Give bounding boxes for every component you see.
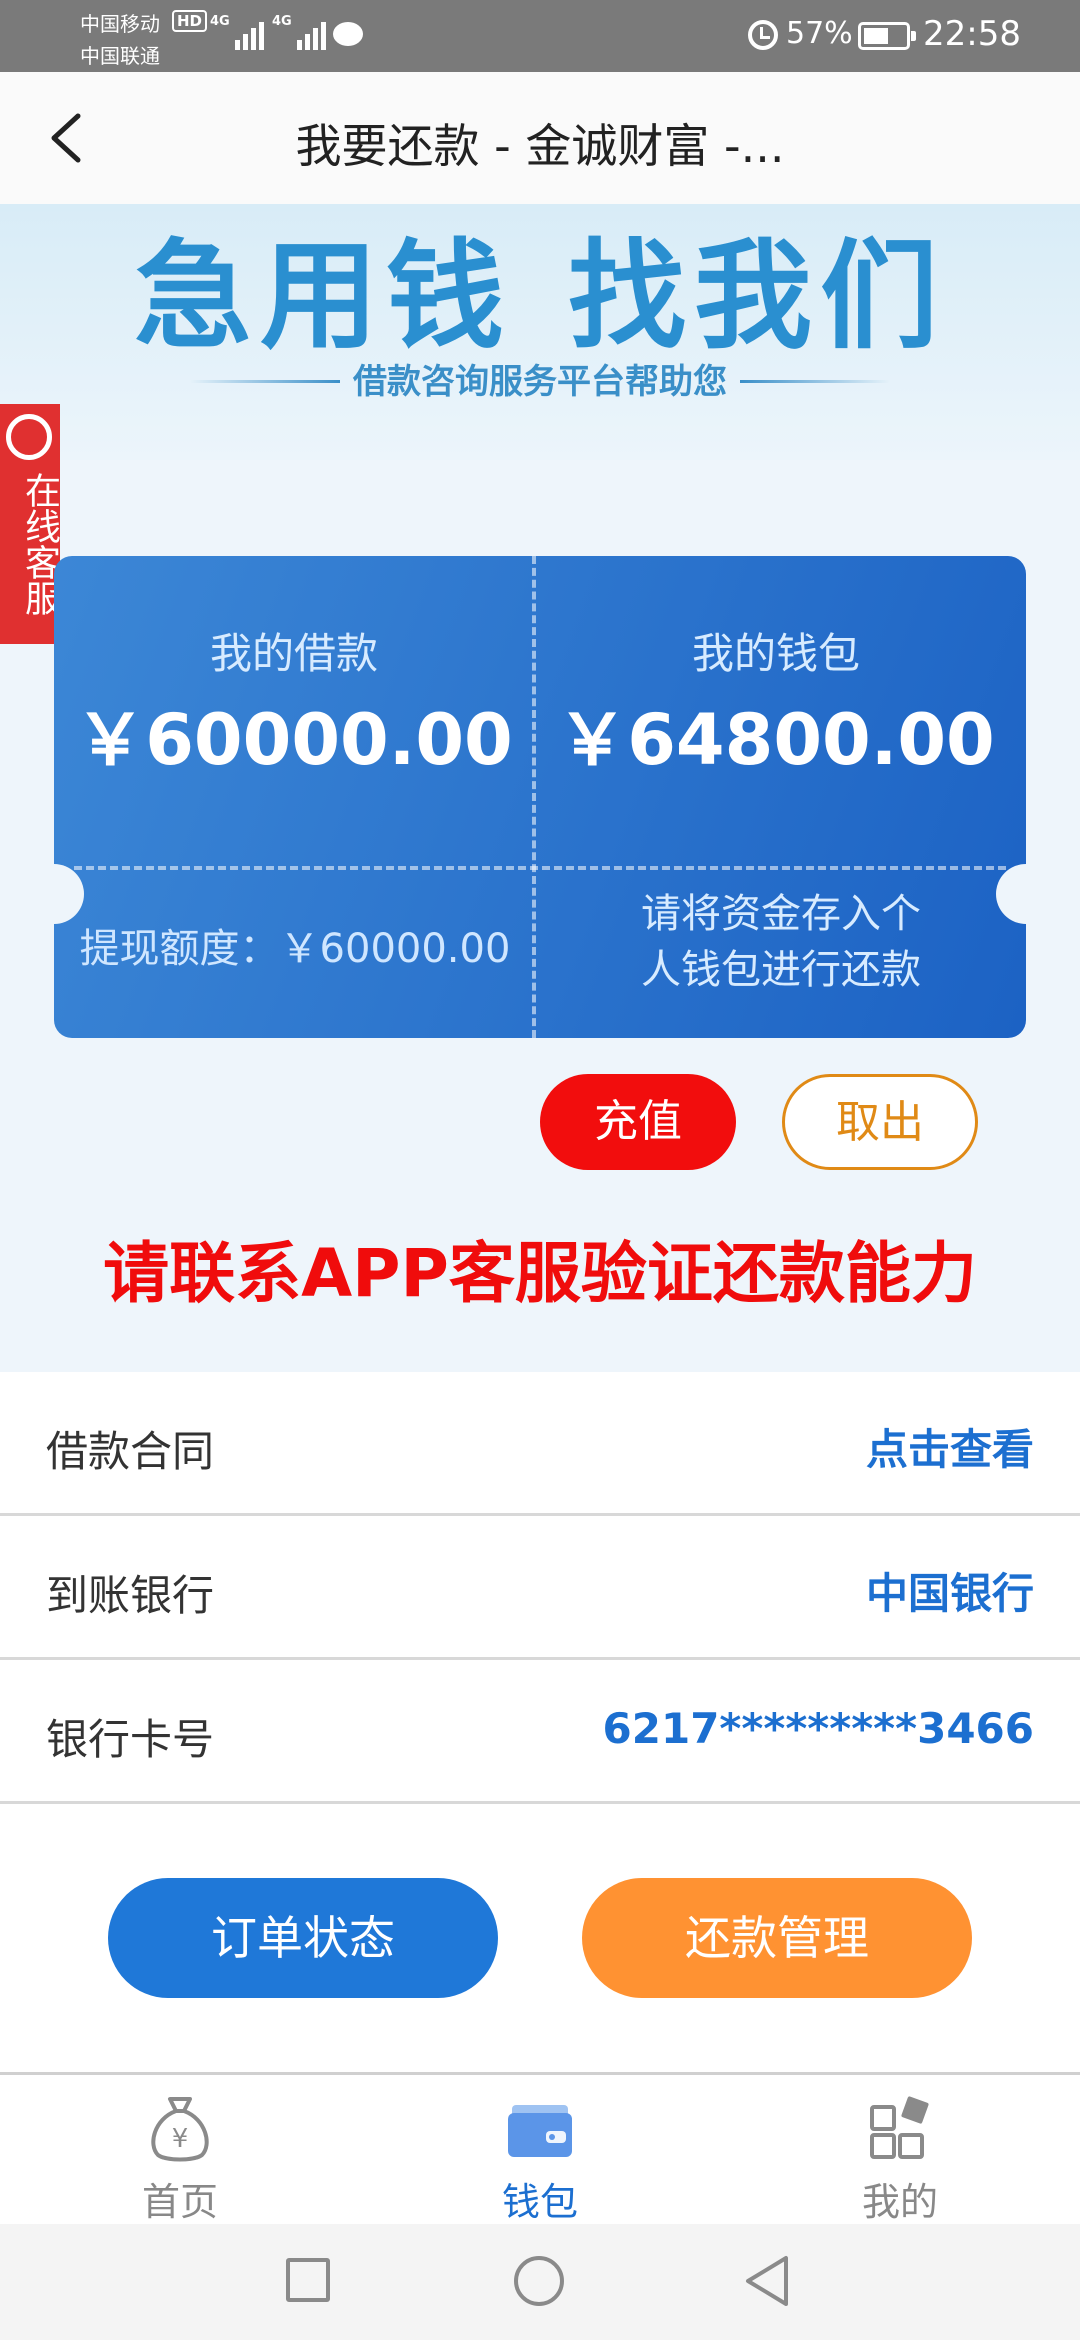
card-number: 6217*********3466 bbox=[602, 1704, 1034, 1753]
status-bar: 中国移动 中国联通 HD 4G 4G 57% 22:58 bbox=[0, 0, 1080, 72]
row-label: 银行卡号 bbox=[46, 1715, 215, 1764]
signal-icon: 4G bbox=[210, 14, 264, 50]
home-icon[interactable] bbox=[514, 2256, 564, 2306]
wallet-label: 我的钱包 bbox=[691, 629, 860, 678]
promo-banner: 急用钱 找我们 借款咨询服务平台帮助您 bbox=[0, 204, 1080, 460]
battery-icon bbox=[858, 22, 916, 50]
hd-badge: HD bbox=[172, 10, 208, 32]
withdraw-limit: 提现额度：￥60000.00 bbox=[79, 926, 511, 972]
order-status-button[interactable]: 订单状态 bbox=[108, 1878, 498, 1998]
list-item-bank: 到账银行 中国银行 bbox=[0, 1516, 1080, 1660]
withdraw-button[interactable]: 取出 bbox=[782, 1074, 978, 1170]
svg-text:¥: ¥ bbox=[172, 2124, 189, 2154]
bank-name: 中国银行 bbox=[865, 1569, 1034, 1618]
tab-label: 首页 bbox=[141, 2180, 218, 2224]
recents-icon[interactable] bbox=[286, 2258, 330, 2302]
alarm-icon bbox=[748, 20, 778, 50]
wallet-card: 我的借款 ￥60000.00 我的钱包 ￥64800.00 提现额度：￥6000… bbox=[54, 556, 1026, 1038]
bottom-tab-bar: ¥ 首页 钱包 我的 bbox=[0, 2072, 1080, 2224]
wallet-icon bbox=[508, 2105, 572, 2157]
signal-icon-2: 4G bbox=[272, 14, 326, 50]
repay-manage-button[interactable]: 还款管理 bbox=[582, 1878, 972, 1998]
system-nav-bar bbox=[0, 2224, 1080, 2340]
list-item-card-number: 银行卡号 6217*********3466 bbox=[0, 1660, 1080, 1804]
banner-title: 急用钱 找我们 bbox=[133, 227, 947, 365]
phone-icon bbox=[6, 414, 52, 460]
list-item-contract[interactable]: 借款合同 点击查看 bbox=[0, 1372, 1080, 1516]
row-label: 借款合同 bbox=[46, 1427, 215, 1476]
wallet-amount: ￥64800.00 bbox=[557, 699, 995, 781]
money-bag-icon: ¥ bbox=[151, 2097, 209, 2162]
online-service-label: 在线客服 bbox=[19, 472, 60, 616]
tab-label: 我的 bbox=[861, 2180, 938, 2224]
banner-subtitle: 借款咨询服务平台帮助您 bbox=[353, 362, 727, 402]
carrier-2: 中国联通 bbox=[80, 44, 160, 68]
warning-text: 请联系APP客服验证还款能力 bbox=[103, 1235, 977, 1312]
loan-label: 我的借款 bbox=[209, 629, 378, 678]
message-icon bbox=[333, 22, 363, 46]
page-title: 我要还款 - 金诚财富 -... bbox=[295, 119, 785, 173]
carrier-1: 中国移动 bbox=[80, 12, 160, 36]
tab-mine[interactable]: 我的 bbox=[720, 2075, 1080, 2227]
loan-amount: ￥60000.00 bbox=[75, 699, 513, 781]
online-service-tab[interactable]: 在线客服 bbox=[0, 404, 60, 644]
battery-percent: 57% bbox=[786, 16, 853, 51]
view-contract-link[interactable]: 点击查看 bbox=[866, 1416, 1034, 1477]
grid-icon bbox=[870, 2096, 929, 2159]
recharge-button[interactable]: 充值 bbox=[540, 1074, 736, 1170]
repay-tip: 请将资金存入个 人钱包进行还款 bbox=[641, 891, 921, 993]
clock: 22:58 bbox=[923, 14, 1021, 54]
tab-home[interactable]: ¥ 首页 bbox=[0, 2075, 360, 2227]
tab-label: 钱包 bbox=[501, 2180, 578, 2224]
row-label: 到账银行 bbox=[46, 1571, 215, 1620]
tab-wallet[interactable]: 钱包 bbox=[360, 2075, 720, 2227]
title-bar: 我要还款 - 金诚财富 -... bbox=[0, 72, 1080, 204]
back-icon[interactable] bbox=[742, 2254, 792, 2308]
